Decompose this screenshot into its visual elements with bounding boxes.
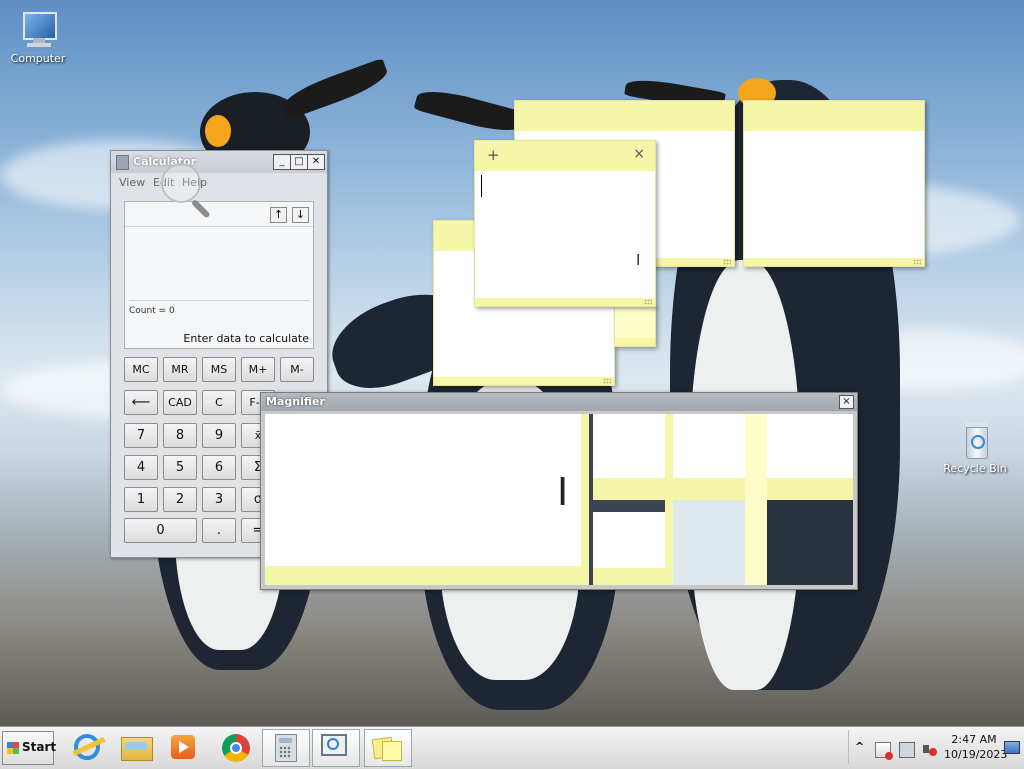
show-hidden-icons-button[interactable]: ^ bbox=[855, 740, 864, 753]
magnifier-cursor-icon bbox=[161, 163, 201, 203]
clock-time: 2:47 AM bbox=[951, 733, 997, 746]
desktop-icon-label: Recycle Bin bbox=[943, 462, 1007, 475]
maximize-button[interactable]: □ bbox=[290, 154, 308, 170]
taskbar-chrome[interactable] bbox=[214, 729, 260, 765]
ms-button[interactable]: MS bbox=[202, 357, 236, 382]
digit-9-button[interactable]: 9 bbox=[202, 423, 236, 448]
minimize-button[interactable]: _ bbox=[273, 154, 291, 170]
resize-grip[interactable] bbox=[603, 378, 611, 384]
calculator-titlebar[interactable]: Calculator _ □ ✕ bbox=[111, 151, 327, 173]
digit-8-button[interactable]: 8 bbox=[163, 423, 197, 448]
close-button[interactable]: × bbox=[839, 395, 854, 409]
digit-4-button[interactable]: 4 bbox=[124, 455, 158, 480]
history-down-button[interactable]: ↓ bbox=[292, 207, 309, 223]
sticky-notes-icon bbox=[371, 736, 402, 761]
sticky-note[interactable] bbox=[614, 305, 656, 347]
delete-note-button[interactable]: × bbox=[633, 146, 645, 162]
close-button[interactable]: ✕ bbox=[307, 154, 325, 170]
notification-area: ^ bbox=[848, 730, 943, 764]
text-cursor-icon: I bbox=[557, 470, 569, 514]
count-label: Count = 0 bbox=[129, 306, 175, 316]
media-player-icon bbox=[171, 735, 195, 759]
digit-0-button[interactable]: 0 bbox=[124, 518, 197, 543]
sticky-note-active[interactable]: + × I bbox=[474, 140, 656, 307]
digit-7-button[interactable]: 7 bbox=[124, 423, 158, 448]
calculator-icon bbox=[275, 734, 297, 762]
digit-6-button[interactable]: 6 bbox=[202, 455, 236, 480]
taskbar-media-player[interactable] bbox=[162, 729, 208, 765]
digit-5-button[interactable]: 5 bbox=[163, 455, 197, 480]
computer-icon bbox=[17, 10, 59, 50]
menu-view[interactable]: View bbox=[119, 176, 145, 189]
calculator-icon bbox=[116, 155, 129, 170]
text-caret bbox=[481, 175, 482, 197]
resize-grip[interactable] bbox=[723, 259, 731, 265]
desktop-icon-recycle-bin[interactable]: Recycle Bin bbox=[940, 420, 1010, 475]
status-text: Enter data to calculate bbox=[183, 332, 309, 345]
m-plus-button[interactable]: M+ bbox=[241, 357, 275, 382]
taskbar-calculator[interactable] bbox=[262, 729, 310, 767]
network-icon[interactable] bbox=[899, 742, 915, 758]
calculator-menu-bar: View Edit Help bbox=[111, 173, 327, 193]
desktop-icon-computer[interactable]: Computer bbox=[3, 10, 73, 65]
history-up-button[interactable]: ↑ bbox=[270, 207, 287, 223]
internet-explorer-icon bbox=[72, 734, 106, 760]
m-minus-button[interactable]: M- bbox=[280, 357, 314, 382]
taskbar-internet-explorer[interactable] bbox=[66, 729, 112, 765]
taskbar: Start ^ 2:47 AM 10/19/2023 bbox=[0, 726, 1024, 769]
taskbar-sticky-notes[interactable] bbox=[364, 729, 412, 767]
magnifier-icon bbox=[321, 734, 347, 756]
taskbar-windows-explorer[interactable] bbox=[114, 729, 160, 765]
sticky-note[interactable] bbox=[743, 100, 925, 267]
decimal-button[interactable]: . bbox=[202, 518, 236, 543]
text-cursor-icon: I bbox=[636, 251, 641, 269]
chrome-icon bbox=[222, 734, 250, 762]
system-clock[interactable]: 2:47 AM 10/19/2023 bbox=[944, 732, 1008, 762]
volume-muted-icon[interactable] bbox=[923, 742, 937, 756]
clock-date: 10/19/2023 bbox=[944, 748, 1008, 761]
mr-button[interactable]: MR bbox=[163, 357, 197, 382]
taskbar-magnifier[interactable] bbox=[312, 729, 360, 767]
recycle-bin-icon bbox=[954, 420, 996, 460]
windows-logo-icon bbox=[7, 742, 19, 754]
calculator-display: ↑ ↓ Count = 0 Enter data to calculate bbox=[124, 201, 314, 349]
resize-grip[interactable] bbox=[913, 259, 921, 265]
clear-all-data-button[interactable]: CAD bbox=[163, 390, 197, 415]
folder-icon bbox=[121, 737, 153, 761]
magnified-view: I bbox=[265, 414, 853, 585]
magnifier-title: Magnifier bbox=[266, 395, 325, 408]
add-note-button[interactable]: + bbox=[487, 146, 500, 164]
clear-button[interactable]: C bbox=[202, 390, 236, 415]
show-desktop-button[interactable] bbox=[1004, 741, 1020, 754]
resize-grip[interactable] bbox=[644, 299, 652, 305]
start-label: Start bbox=[22, 740, 57, 754]
digit-3-button[interactable]: 3 bbox=[202, 487, 236, 512]
note-text-area[interactable]: I bbox=[475, 171, 655, 298]
digit-1-button[interactable]: 1 bbox=[124, 487, 158, 512]
magnifier-titlebar[interactable]: Magnifier × bbox=[261, 393, 857, 411]
digit-2-button[interactable]: 2 bbox=[163, 487, 197, 512]
start-button[interactable]: Start bbox=[2, 731, 57, 765]
desktop-icon-label: Computer bbox=[10, 52, 66, 65]
action-center-flag-icon[interactable] bbox=[875, 742, 893, 760]
mc-button[interactable]: MC bbox=[124, 357, 158, 382]
backspace-button[interactable]: ⟵ bbox=[124, 390, 158, 415]
magnifier-window[interactable]: Magnifier × I bbox=[260, 392, 858, 590]
